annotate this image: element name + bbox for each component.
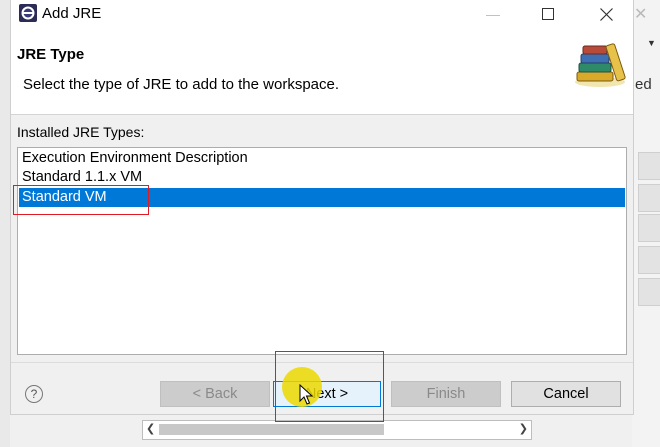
- close-button[interactable]: [586, 2, 626, 26]
- window-title: Add JRE: [42, 5, 102, 22]
- background-partial-text: ed: [635, 76, 652, 93]
- close-icon: [599, 7, 613, 21]
- background-horizontal-scrollbar[interactable]: ❮ ❯: [142, 420, 532, 440]
- scroll-thumb[interactable]: [159, 424, 384, 435]
- background-button: [638, 214, 660, 242]
- page-description: Select the type of JRE to add to the wor…: [23, 76, 340, 93]
- maximize-button[interactable]: [528, 2, 568, 26]
- background-button: [638, 246, 660, 274]
- background-button: [638, 278, 660, 306]
- background-button: [638, 152, 660, 180]
- scroll-right-icon[interactable]: ❯: [519, 422, 528, 435]
- cancel-button[interactable]: Cancel: [511, 381, 621, 407]
- list-item-execution-environment[interactable]: Execution Environment Description: [19, 149, 625, 168]
- maximize-icon: [542, 8, 554, 20]
- eclipse-icon: [19, 4, 37, 22]
- background-window-right: ✕ ▼ ed: [632, 0, 660, 447]
- minimize-button[interactable]: —: [473, 2, 513, 26]
- background-dropdown-icon: ▼: [647, 38, 656, 48]
- back-button[interactable]: < Back: [160, 381, 270, 407]
- installed-jre-types-label: Installed JRE Types:: [17, 124, 145, 140]
- minimize-icon: —: [486, 6, 500, 22]
- jre-types-list[interactable]: Execution Environment Description Standa…: [17, 147, 627, 355]
- books-icon: [575, 43, 626, 87]
- page-title: JRE Type: [17, 46, 85, 63]
- background-button: [638, 184, 660, 212]
- standard-vm-highlight-box: [13, 185, 149, 215]
- wizard-header: JRE Type Select the type of JRE to add t…: [11, 28, 633, 115]
- scroll-left-icon[interactable]: ❮: [146, 422, 155, 435]
- finish-button[interactable]: Finish: [391, 381, 501, 407]
- background-close-icon: ✕: [634, 6, 648, 23]
- background-window-left: [0, 0, 10, 447]
- next-button-highlight-box: [275, 351, 384, 422]
- title-bar: Add JRE —: [11, 0, 633, 28]
- help-icon[interactable]: ?: [25, 385, 43, 403]
